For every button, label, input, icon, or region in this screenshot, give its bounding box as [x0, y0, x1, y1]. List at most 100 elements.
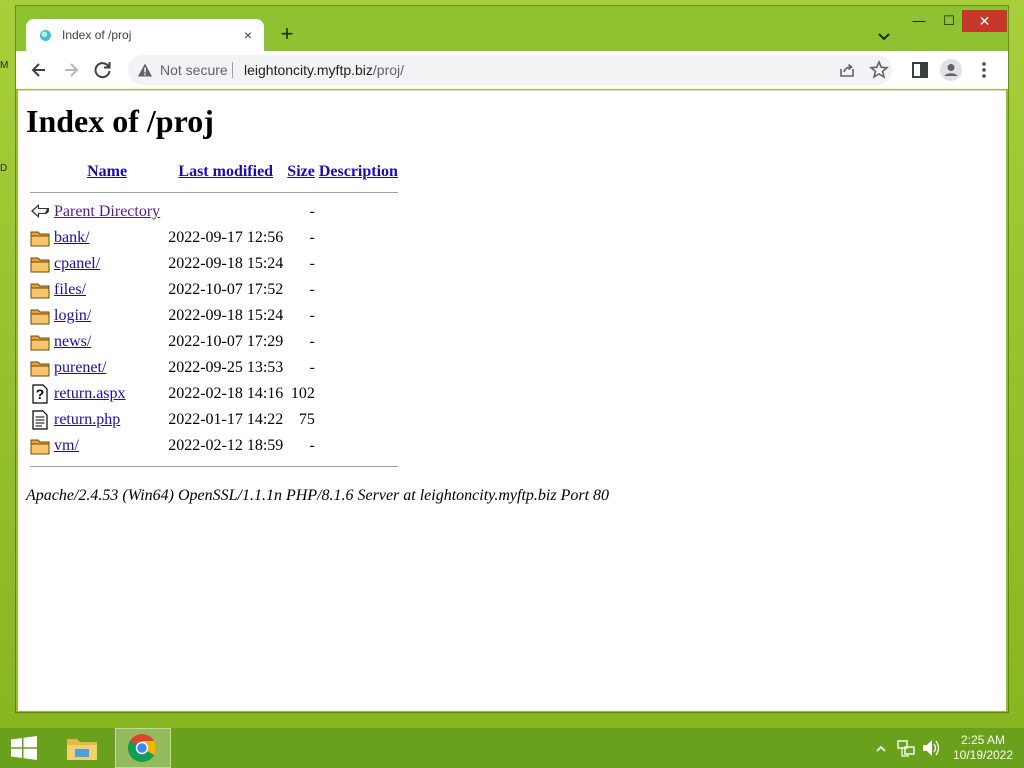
- description-cell: [317, 199, 400, 225]
- name-cell: return.aspx: [52, 381, 162, 407]
- entry-link[interactable]: return.php: [54, 411, 120, 428]
- forward-icon[interactable]: [58, 57, 84, 83]
- table-row: files/2022-10-07 17:52 -: [28, 277, 400, 303]
- name-cell: cpanel/: [52, 251, 162, 277]
- tab-close-button[interactable]: ×: [239, 26, 257, 44]
- clock-time: 2:25 AM: [960, 733, 1006, 747]
- name-cell: news/: [52, 329, 162, 355]
- header-last-modified: Last modified: [162, 159, 285, 185]
- tab-title: Index of /proj: [62, 28, 132, 42]
- show-hidden-icons-chevron[interactable]: [874, 728, 888, 768]
- folder-icon: [28, 355, 52, 381]
- header-icon-cell: [28, 159, 52, 185]
- url-host: leightoncity.myftp.biz: [244, 62, 373, 78]
- name-cell: files/: [52, 277, 162, 303]
- menu-icon[interactable]: [972, 58, 996, 82]
- size-cell: -: [309, 307, 315, 324]
- description-cell: [317, 251, 400, 277]
- description-cell: [317, 303, 400, 329]
- size-cell: -: [309, 255, 315, 272]
- size-cell: 102: [290, 385, 315, 402]
- system-clock[interactable]: 2:25 AM 10/19/2022: [946, 733, 1020, 763]
- entry-link[interactable]: purenet/: [54, 359, 106, 376]
- taskbar-file-explorer[interactable]: [54, 728, 110, 768]
- folder-icon: [28, 251, 52, 277]
- parent-directory-row: Parent Directory -: [28, 199, 400, 225]
- table-row: bank/2022-09-17 12:56 -: [28, 225, 400, 251]
- table-row: login/2022-09-18 15:24 -: [28, 303, 400, 329]
- sort-by-modified-link[interactable]: Last modified: [178, 163, 273, 180]
- last-modified-cell: 2022-02-18 14:16: [168, 385, 284, 402]
- sort-by-size-link[interactable]: Size: [287, 163, 315, 180]
- security-label[interactable]: Not secure: [160, 62, 228, 78]
- new-tab-button[interactable]: +: [274, 22, 300, 48]
- tab-active[interactable]: Index of /proj ×: [26, 19, 264, 51]
- windows-start-icon[interactable]: [10, 736, 38, 760]
- desktop-icon-label-m: M: [0, 60, 9, 71]
- description-cell: [317, 277, 400, 303]
- name-cell: bank/: [52, 225, 162, 251]
- entry-link[interactable]: login/: [54, 307, 91, 324]
- browser-window: Index of /proj × + — ☐ ✕ Not secure leig…: [16, 6, 1008, 712]
- star-icon[interactable]: [868, 59, 890, 81]
- table-row: return.php 2022-01-17 14:22 75: [28, 407, 400, 433]
- last-modified-cell: 2022-09-18 15:24: [168, 307, 284, 324]
- entry-link[interactable]: news/: [54, 333, 91, 350]
- description-cell: [317, 225, 400, 251]
- size-cell: -: [309, 203, 315, 220]
- table-header-row: Name Last modified Size Description: [28, 159, 400, 185]
- header-name: Name: [52, 159, 162, 185]
- size-cell: 75: [298, 411, 315, 428]
- entry-link[interactable]: bank/: [54, 229, 90, 246]
- taskbar: 2:25 AM 10/19/2022: [0, 728, 1024, 768]
- description-cell: [317, 407, 400, 433]
- chrome-icon: [128, 734, 156, 762]
- close-window-button[interactable]: ✕: [962, 10, 1007, 32]
- parent-directory-link[interactable]: Parent Directory: [54, 203, 160, 220]
- last-modified-cell: 2022-10-07 17:29: [168, 333, 284, 350]
- footer-divider: [28, 459, 400, 473]
- description-cell: [317, 433, 400, 459]
- address-bar[interactable]: Not secure leightoncity.myftp.biz/proj/: [128, 55, 892, 85]
- last-modified-cell: 2022-01-17 14:22: [168, 411, 284, 428]
- description-cell: [317, 329, 400, 355]
- page-viewport: Index of /proj Name Last modified Size D…: [18, 90, 1006, 711]
- entry-link[interactable]: cpanel/: [54, 255, 100, 272]
- network-icon[interactable]: [896, 728, 916, 768]
- side-panel-icon[interactable]: [908, 58, 932, 82]
- profile-icon[interactable]: [939, 58, 963, 82]
- minimize-button[interactable]: —: [904, 10, 934, 32]
- clock-date: 10/19/2022: [952, 748, 1014, 762]
- folder-icon: [28, 225, 52, 251]
- reload-icon[interactable]: [90, 57, 116, 83]
- warning-icon[interactable]: [137, 62, 153, 78]
- share-icon[interactable]: [836, 59, 858, 81]
- url-path: /proj/: [372, 62, 405, 78]
- size-cell: -: [309, 229, 315, 246]
- maximize-button[interactable]: ☐: [934, 10, 964, 32]
- tab-search-icon[interactable]: [872, 24, 896, 48]
- back-icon[interactable]: [26, 57, 52, 83]
- last-modified-cell: 2022-09-18 15:24: [168, 255, 284, 272]
- url-text[interactable]: leightoncity.myftp.biz/proj/: [244, 62, 404, 78]
- sort-by-description-link[interactable]: Description: [319, 163, 398, 180]
- entry-link[interactable]: vm/: [54, 437, 79, 454]
- last-modified-cell: 2022-10-07 17:52: [168, 281, 284, 298]
- taskbar-chrome[interactable]: [115, 728, 171, 768]
- last-modified-cell: [162, 199, 285, 225]
- sort-by-name-link[interactable]: Name: [87, 163, 127, 180]
- entry-link[interactable]: return.aspx: [54, 385, 126, 402]
- table-row: vm/2022-02-12 18:59 -: [28, 433, 400, 459]
- last-modified-cell: 2022-09-25 13:53: [168, 359, 284, 376]
- size-cell: -: [309, 359, 315, 376]
- size-cell: -: [309, 281, 315, 298]
- favicon-icon: [40, 30, 51, 41]
- name-cell: return.php: [52, 407, 162, 433]
- header-divider: [28, 185, 400, 199]
- name-cell: Parent Directory: [52, 199, 162, 225]
- volume-icon[interactable]: [921, 728, 941, 768]
- description-cell: [317, 381, 400, 407]
- desktop-icon-label-d: D: [0, 163, 8, 174]
- entry-link[interactable]: files/: [54, 281, 86, 298]
- name-cell: login/: [52, 303, 162, 329]
